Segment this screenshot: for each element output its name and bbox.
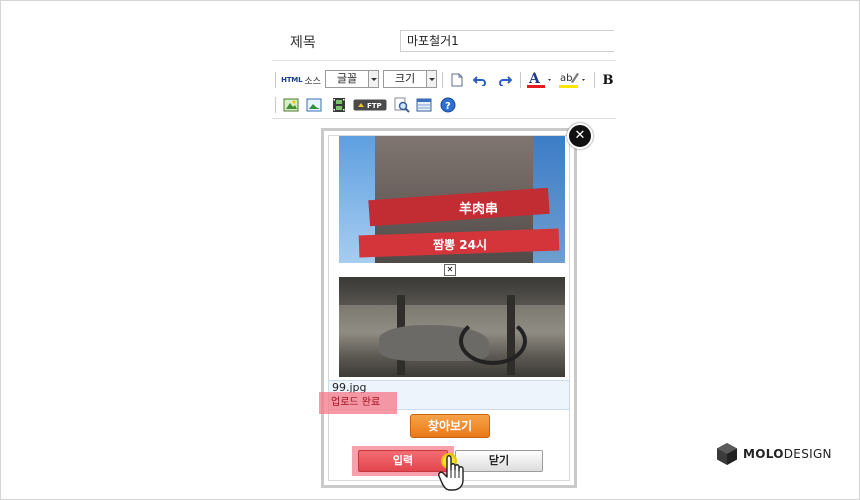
ftp-button[interactable]: FTP — [352, 95, 388, 115]
new-document-icon — [451, 73, 463, 87]
image-sign-text: 羊肉串 — [459, 202, 499, 217]
logo-text-bold: MOLO — [743, 447, 784, 461]
remove-image-button[interactable]: ✕ — [444, 264, 456, 276]
redo-icon — [499, 76, 512, 86]
magnifier-icon — [394, 97, 410, 113]
brand-logo: MOLODESIGN — [716, 441, 832, 467]
image-sign-text-2: 짬뽕 24시 — [433, 238, 487, 252]
highlighter-icon: ab — [559, 73, 585, 88]
divider — [272, 60, 616, 61]
html-tag-icon: HTML — [281, 76, 303, 84]
uploaded-image-demolition — [339, 277, 565, 377]
close-icon[interactable]: ✕ — [567, 123, 593, 149]
insert-image-button[interactable] — [305, 95, 323, 115]
new-document-button[interactable] — [448, 70, 466, 90]
toolbar-separator — [275, 72, 276, 88]
table-button[interactable] — [415, 95, 433, 115]
browse-button[interactable]: 찾아보기 — [410, 414, 490, 438]
bold-button[interactable]: B — [600, 70, 616, 90]
logo-text: MOLODESIGN — [743, 447, 832, 461]
font-select[interactable]: 글꼴 — [325, 70, 379, 88]
logo-cube-icon — [717, 443, 737, 465]
film-icon — [333, 98, 345, 112]
image-link-icon — [283, 98, 299, 112]
size-select[interactable]: 크기 — [383, 70, 437, 88]
toolbar-separator — [442, 72, 443, 88]
background-color-button[interactable]: ab — [558, 70, 588, 90]
image-ceiling — [339, 277, 565, 305]
logo-text-light: DESIGN — [783, 447, 832, 461]
table-icon — [416, 98, 432, 112]
font-select-label: 글꼴 — [336, 72, 358, 85]
ftp-label: FTP — [367, 102, 382, 110]
image-icon — [306, 98, 322, 112]
chevron-down-icon — [426, 71, 436, 87]
help-icon: ? — [440, 97, 456, 113]
font-color-icon: A — [527, 71, 551, 88]
ftp-icon: FTP — [353, 99, 387, 111]
upload-status-label: 업로드 완료 — [319, 392, 397, 414]
source-label: 소스 — [304, 76, 321, 87]
hand-pointer-icon — [438, 455, 464, 491]
undo-button[interactable] — [471, 70, 489, 90]
toolbar-separator — [594, 72, 595, 88]
title-label: 제목 — [290, 35, 316, 51]
insert-image-link-button[interactable] — [282, 95, 300, 115]
submit-button[interactable]: 입력 — [358, 450, 448, 472]
find-button[interactable] — [393, 95, 411, 115]
title-input[interactable]: 마포철거1 — [400, 30, 614, 52]
uploaded-image-building: 羊肉串 짬뽕 24시 — [339, 136, 565, 263]
font-color-button[interactable]: A — [526, 70, 554, 90]
insert-video-button[interactable] — [330, 95, 348, 115]
help-button[interactable]: ? — [439, 95, 457, 115]
svg-text:?: ? — [445, 101, 451, 112]
toolbar-separator — [520, 72, 521, 88]
toolbar-separator — [275, 97, 276, 113]
svg-text:ab: ab — [560, 73, 572, 84]
svg-text:A: A — [528, 71, 541, 87]
chevron-down-icon — [368, 71, 378, 87]
source-button[interactable]: HTML 소스 — [280, 70, 322, 90]
editor-toolbar: HTML 소스 글꼴 크기 A ab B FTP ? — [272, 66, 616, 119]
redo-button[interactable] — [496, 70, 514, 90]
undo-icon — [473, 76, 486, 86]
image-pipe — [459, 317, 527, 365]
size-select-label: 크기 — [394, 72, 416, 85]
